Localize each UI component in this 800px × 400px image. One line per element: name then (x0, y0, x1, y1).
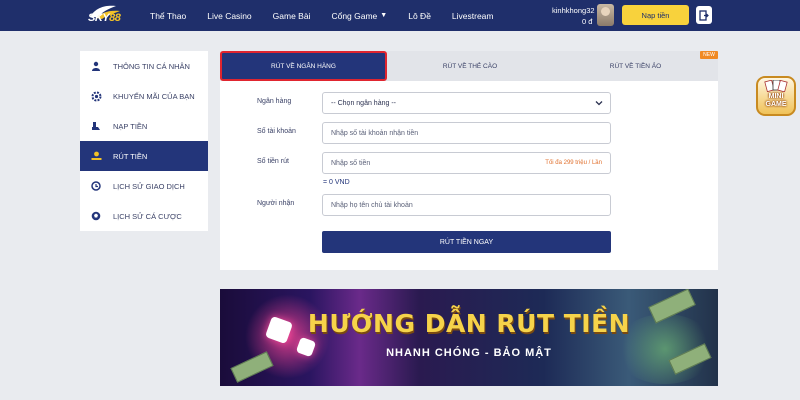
amount-limit-hint: Tối đa 299 triệu / Lần (545, 160, 602, 166)
gear-icon (89, 89, 103, 103)
balance: 0 đ (582, 17, 593, 26)
username: kinhkhong32 (552, 6, 595, 15)
account-label: Số tài khoản (257, 128, 296, 135)
amount-input[interactable]: Nhập số tiền Tối đa 299 triệu / Lần (322, 152, 611, 174)
withdraw-icon (89, 149, 103, 163)
sidebar-item-promotions[interactable]: KHUYẾN MÃI CỦA BẠN (80, 81, 208, 111)
nav-live-casino[interactable]: Live Casino (207, 11, 251, 21)
hand-coin-icon (89, 119, 103, 133)
chevron-down-icon (595, 101, 603, 106)
converted-amount: = 0 VND (323, 179, 350, 186)
sidebar-item-label: THÔNG TIN CÁ NHÂN (113, 61, 190, 71)
sidebar-item-label: RÚT TIỀN (113, 151, 148, 161)
withdraw-guide-banner[interactable]: HƯỚNG DẪN RÚT TIỀN NHANH CHÓNG - BẢO MẬT (220, 289, 718, 386)
recipient-name-input[interactable]: Nhập họ tên chủ tài khoản (322, 194, 611, 216)
tab-bank[interactable]: RÚT VỀ NGÂN HÀNG (220, 51, 387, 81)
nav-livestream[interactable]: Livestream (452, 11, 494, 21)
mini-game-button[interactable]: MINI GAME (756, 76, 796, 116)
tab-crypto[interactable]: RÚT VỀ TIỀN ẢO (553, 51, 718, 81)
ball-icon (89, 209, 103, 223)
deposit-button[interactable]: Nạp tiền (622, 5, 689, 25)
recipient-label: Người nhận (257, 200, 295, 207)
main-nav: Thể Thao Live Casino Game Bài Cổng Game ▼… (150, 0, 515, 31)
chevron-down-icon: ▼ (380, 12, 388, 19)
withdraw-tabs: RÚT VỀ NGÂN HÀNG RÚT VỀ THẺ CÀO RÚT VỀ T… (220, 51, 718, 81)
tab-card[interactable]: RÚT VỀ THẺ CÀO (387, 51, 553, 81)
nav-lo-de[interactable]: Lô Đề (408, 11, 431, 21)
sidebar-item-transaction-history[interactable]: LỊCH SỬ GIAO DỊCH (80, 171, 208, 201)
avatar[interactable] (597, 4, 614, 26)
new-badge: NEW (700, 51, 718, 59)
sidebar-item-label: NẠP TIỀN (113, 121, 148, 131)
sidebar-item-profile[interactable]: THÔNG TIN CÁ NHÂN (80, 51, 208, 81)
nav-cong-game[interactable]: Cổng Game ▼ (331, 11, 387, 21)
account-sidebar: THÔNG TIN CÁ NHÂN KHUYẾN MÃI CỦA BẠN NẠP… (80, 51, 208, 231)
sidebar-item-label: KHUYẾN MÃI CỦA BẠN (113, 91, 195, 101)
top-header: SKY88 Thể Thao Live Casino Game Bài Cổng… (0, 0, 800, 31)
logo-text[interactable]: SKY88 (88, 12, 121, 24)
withdraw-submit-button[interactable]: RÚT TIỀN NGAY (322, 231, 611, 253)
bank-label: Ngân hàng (257, 98, 292, 105)
banner-title: HƯỚNG DẪN RÚT TIỀN (307, 309, 631, 338)
banner-subtitle: NHANH CHÓNG - BẢO MẬT (386, 347, 552, 359)
sidebar-item-bet-history[interactable]: LỊCH SỬ CÁ CƯỢC (80, 201, 208, 231)
recipient-name-placeholder: Nhập họ tên chủ tài khoản (331, 201, 413, 209)
sidebar-item-label: LỊCH SỬ GIAO DỊCH (113, 181, 185, 191)
mini-game-label: MINI GAME (765, 93, 787, 108)
nav-game-bai[interactable]: Game Bài (273, 11, 311, 21)
account-number-placeholder: Nhập số tài khoản nhận tiền (331, 129, 419, 137)
logout-icon (699, 9, 709, 21)
user-icon (89, 59, 103, 73)
playing-cards-icon (764, 80, 788, 92)
account-number-input[interactable]: Nhập số tài khoản nhận tiền (322, 122, 611, 144)
amount-placeholder: Nhập số tiền (331, 159, 371, 167)
bank-select[interactable]: -- Chọn ngân hàng -- (322, 92, 611, 114)
sidebar-item-deposit[interactable]: NẠP TIỀN (80, 111, 208, 141)
sidebar-item-withdraw[interactable]: RÚT TIỀN (80, 141, 208, 171)
bank-select-value: -- Chọn ngân hàng -- (331, 99, 396, 107)
history-icon (89, 179, 103, 193)
logout-button[interactable] (696, 6, 712, 24)
amount-label: Số tiền rút (257, 158, 289, 165)
sidebar-item-label: LỊCH SỬ CÁ CƯỢC (113, 211, 182, 221)
nav-the-thao[interactable]: Thể Thao (150, 11, 186, 21)
